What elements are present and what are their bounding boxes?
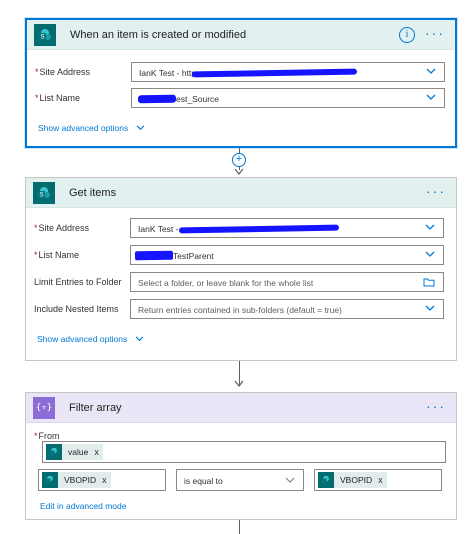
list-name-value: est_Source xyxy=(176,94,219,104)
more-options-icon[interactable]: ··· xyxy=(426,399,446,413)
chevron-down-icon xyxy=(136,125,144,131)
redaction-mark xyxy=(178,224,340,234)
limit-folder-input[interactable]: Select a folder, or leave blank for the … xyxy=(130,272,444,292)
limit-folder-placeholder: Select a folder, or leave blank for the … xyxy=(138,278,314,288)
left-operand-token[interactable]: VBOPID x xyxy=(42,472,111,488)
site-address-label: *Site Address xyxy=(34,223,90,233)
svg-text:S: S xyxy=(39,192,43,198)
filter-array-card[interactable]: {▿} Filter array ··· *From value x VBOPI… xyxy=(25,392,457,520)
get-items-title: Get items xyxy=(69,186,117,199)
include-nested-placeholder: Return entries contained in sub-folders … xyxy=(138,305,342,315)
folder-icon[interactable] xyxy=(423,278,435,287)
list-name-label: *List Name xyxy=(34,250,80,260)
chevron-down-icon[interactable] xyxy=(426,68,436,75)
left-operand-token-label: VBOPID xyxy=(64,475,97,485)
site-address-dropdown[interactable]: IanK Test - http xyxy=(131,62,445,82)
trigger-card[interactable]: S When an item is created or modified i … xyxy=(25,18,457,148)
chevron-down-icon[interactable] xyxy=(426,94,436,101)
right-operand-token[interactable]: VBOPID x xyxy=(318,472,387,488)
left-operand-input[interactable]: VBOPID x xyxy=(38,469,166,491)
list-name-dropdown[interactable]: TestParent xyxy=(130,245,444,265)
show-advanced-options-link[interactable]: Show advanced options xyxy=(37,334,144,344)
remove-token-icon[interactable]: x xyxy=(94,447,99,457)
list-name-dropdown[interactable]: est_Source xyxy=(131,88,445,108)
edit-in-advanced-mode-link[interactable]: Edit in advanced mode xyxy=(40,501,126,511)
site-address-value: IanK Test - xyxy=(138,224,179,234)
flow-connector xyxy=(239,520,240,534)
limit-folder-label: Limit Entries to Folder xyxy=(34,277,122,287)
filter-array-title: Filter array xyxy=(69,401,122,414)
chevron-down-icon[interactable] xyxy=(425,251,435,258)
list-name-label: *List Name xyxy=(35,93,81,103)
sharepoint-icon: S xyxy=(33,181,55,204)
chevron-down-icon[interactable] xyxy=(425,224,435,231)
more-options-icon[interactable]: ··· xyxy=(425,26,445,40)
include-nested-label: Include Nested Items xyxy=(34,304,119,314)
include-nested-dropdown[interactable]: Return entries contained in sub-folders … xyxy=(130,299,444,319)
site-address-dropdown[interactable]: IanK Test - xyxy=(130,218,444,238)
sharepoint-icon xyxy=(42,472,58,488)
sharepoint-icon: S xyxy=(34,23,56,46)
redaction-mark xyxy=(191,68,358,78)
list-name-value: TestParent xyxy=(173,251,214,261)
chevron-down-icon xyxy=(135,336,143,342)
right-operand-input[interactable]: VBOPID x xyxy=(314,469,442,491)
from-token[interactable]: value x xyxy=(46,444,103,460)
sharepoint-icon xyxy=(318,472,334,488)
chevron-down-icon[interactable] xyxy=(285,477,295,484)
site-address-value: IanK Test - http xyxy=(139,68,197,78)
sharepoint-icon xyxy=(46,444,62,460)
filter-array-card-header[interactable]: {▿} Filter array ··· xyxy=(26,393,456,423)
from-input[interactable]: value x xyxy=(42,441,446,463)
trigger-card-header[interactable]: S When an item is created or modified i … xyxy=(27,20,455,50)
trigger-title: When an item is created or modified xyxy=(70,28,247,41)
chevron-down-icon[interactable] xyxy=(425,305,435,312)
get-items-card[interactable]: S Get items ··· *Site Address IanK Test … xyxy=(25,177,457,361)
filter-icon: {▿} xyxy=(33,396,55,419)
operator-value: is equal to xyxy=(184,476,223,486)
more-options-icon[interactable]: ··· xyxy=(426,184,446,198)
right-operand-token-label: VBOPID xyxy=(340,475,373,485)
remove-token-icon[interactable]: x xyxy=(378,475,383,485)
add-step-icon[interactable]: + xyxy=(232,153,246,167)
arrow-down-icon xyxy=(234,380,244,387)
info-icon[interactable]: i xyxy=(399,27,415,43)
redaction-mark xyxy=(137,94,177,104)
from-token-label: value xyxy=(68,447,89,457)
operator-dropdown[interactable]: is equal to xyxy=(176,469,304,491)
get-items-card-header[interactable]: S Get items ··· xyxy=(26,178,456,208)
from-label: *From xyxy=(34,431,60,441)
site-address-label: *Site Address xyxy=(35,67,91,77)
remove-token-icon[interactable]: x xyxy=(102,475,107,485)
redaction-mark xyxy=(134,250,174,261)
arrow-down-icon xyxy=(234,168,244,175)
svg-text:S: S xyxy=(40,34,44,40)
show-advanced-options-link[interactable]: Show advanced options xyxy=(38,123,145,133)
